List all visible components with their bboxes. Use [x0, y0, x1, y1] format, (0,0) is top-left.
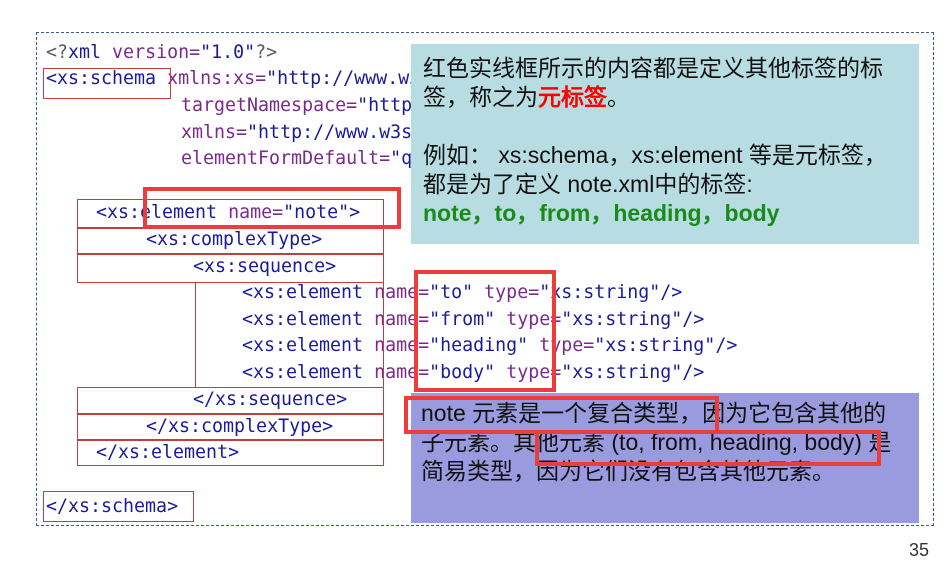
note1-gap	[423, 112, 909, 141]
outline-complextype-open	[77, 228, 384, 254]
highlight-element-name-note	[143, 187, 401, 229]
type-value: "xs:string"	[561, 362, 683, 383]
outline-element-close	[77, 440, 384, 466]
meta-tag-term: 元标签	[538, 84, 607, 110]
type-value: "xs:string"	[561, 309, 683, 330]
highlight-simple-elements-sentence	[535, 430, 881, 466]
element-open-tag: <xs:element	[242, 282, 364, 303]
outline-sequence-left-rail	[195, 283, 196, 387]
note1-paragraph-2: 例如： xs:schema，xs:element 等是元标签，都是为了定义 no…	[423, 142, 887, 197]
note1-tag-list: note，to，from，heading，body	[423, 200, 780, 226]
version-attr: version=	[101, 42, 201, 63]
type-value: "xs:string"	[539, 282, 661, 303]
element-form-default-attr: elementFormDefault=	[181, 148, 391, 169]
highlight-complex-type-sentence	[404, 396, 719, 434]
outline-complextype-close	[77, 414, 384, 440]
xmlns-xs-attr: xmlns:xs=	[156, 68, 267, 89]
self-close: />	[660, 282, 683, 303]
element-open-tag: <xs:element	[242, 335, 364, 356]
xmlns-attr: xmlns=	[181, 122, 248, 143]
version-value: "1.0"	[200, 42, 256, 63]
highlight-child-names	[414, 270, 556, 392]
code-line-1: <?xml version="1.0"?>	[46, 40, 277, 67]
note1-period: 。	[607, 84, 630, 110]
element-open-tag: <xs:element	[242, 362, 364, 383]
pi-name: xml	[68, 42, 102, 63]
note1-text: 红色实线框所示的内容都是定义其他标签的标签，称之为	[423, 55, 883, 110]
self-close: />	[682, 362, 705, 383]
self-close: />	[682, 309, 705, 330]
element-open-tag: <xs:element	[242, 309, 364, 330]
pi-open: <?	[46, 42, 69, 63]
type-value: "xs:string"	[594, 335, 716, 356]
page-number: 35	[908, 540, 929, 560]
outline-schema-open	[43, 68, 171, 99]
outline-sequence-close	[77, 387, 384, 414]
outline-schema-close	[43, 491, 194, 522]
pi-close: ?>	[255, 42, 278, 63]
self-close: />	[715, 335, 738, 356]
explanation-note-meta-tags: 红色实线框所示的内容都是定义其他标签的标签，称之为元标签。 例如： xs:sch…	[411, 44, 919, 244]
note1-paragraph-1: 红色实线框所示的内容都是定义其他标签的标签，称之为元标签。	[423, 54, 909, 112]
outline-sequence-open	[77, 254, 384, 283]
target-namespace-attr: targetNamespace=	[181, 95, 358, 116]
outline-element-column-divider	[383, 283, 384, 387]
